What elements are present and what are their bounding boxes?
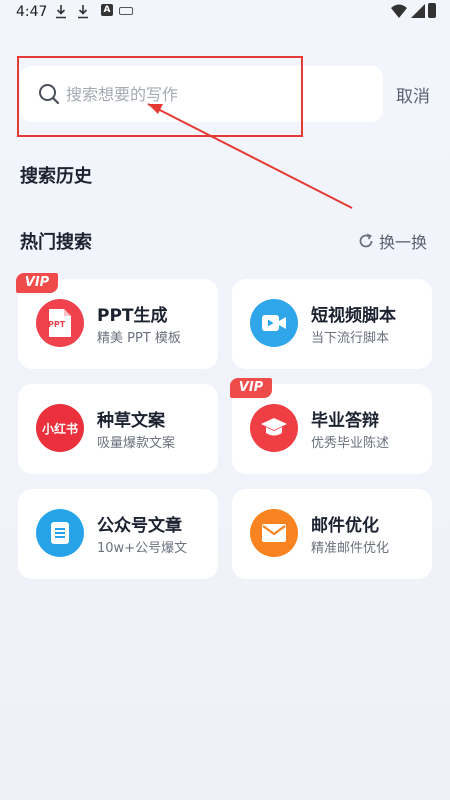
xiaohongshu-icon-text: 小红书 bbox=[41, 421, 78, 436]
keyboard-icon bbox=[119, 7, 133, 15]
vip-badge: VIP bbox=[230, 378, 272, 398]
status-time: 4:47 bbox=[16, 4, 48, 20]
card-title: 公众号文章 bbox=[97, 516, 182, 536]
card-short-video-script[interactable]: 短视频脚本 当下流行脚本 bbox=[232, 279, 432, 369]
graduation-cap-icon bbox=[250, 404, 298, 452]
app-notification-icon: A bbox=[101, 4, 113, 16]
card-subtitle: 吸量爆款文案 bbox=[97, 436, 176, 451]
card-title: 种草文案 bbox=[97, 411, 165, 431]
card-subtitle: 精美 PPT 模板 bbox=[97, 331, 181, 346]
cancel-button[interactable]: 取消 bbox=[396, 82, 430, 107]
refresh-label: 换一换 bbox=[379, 233, 428, 252]
card-email-optimize[interactable]: 邮件优化 精准邮件优化 bbox=[232, 489, 432, 579]
status-bar: 4:47 A bbox=[0, 0, 450, 26]
xiaohongshu-icon: 小红书 bbox=[36, 404, 84, 452]
card-seeding-copy[interactable]: 小红书 种草文案 吸量爆款文案 bbox=[18, 384, 218, 474]
search-icon bbox=[39, 84, 60, 105]
search-history-title: 搜索历史 bbox=[20, 166, 92, 187]
video-camera-icon bbox=[250, 299, 298, 347]
card-subtitle: 当下流行脚本 bbox=[311, 331, 390, 346]
card-ppt[interactable]: PPT PPT生成 精美 PPT 模板 VIP bbox=[16, 273, 218, 369]
document-icon bbox=[36, 509, 84, 557]
ppt-icon-text: PPT bbox=[48, 320, 66, 329]
ppt-icon: PPT bbox=[36, 299, 84, 347]
hot-search-title: 热门搜索 bbox=[20, 232, 92, 253]
card-title: 短视频脚本 bbox=[311, 306, 396, 326]
card-title: 邮件优化 bbox=[311, 516, 379, 536]
search-input[interactable] bbox=[66, 66, 366, 122]
card-graduation-defense[interactable]: 毕业答辩 优秀毕业陈述 VIP bbox=[230, 378, 432, 474]
card-subtitle: 精准邮件优化 bbox=[311, 541, 390, 556]
card-subtitle: 10w+公号爆文 bbox=[97, 541, 188, 556]
download-icon bbox=[56, 5, 66, 19]
wifi-icon bbox=[391, 4, 407, 18]
download-icon bbox=[78, 5, 88, 19]
card-official-account-article[interactable]: 公众号文章 10w+公号爆文 bbox=[18, 489, 218, 579]
card-title: PPT生成 bbox=[97, 306, 168, 326]
signal-icon bbox=[411, 4, 425, 18]
battery-icon bbox=[428, 3, 436, 18]
search-box[interactable] bbox=[20, 66, 383, 122]
refresh-icon bbox=[359, 233, 373, 248]
card-title: 毕业答辩 bbox=[311, 411, 379, 431]
vip-badge: VIP bbox=[16, 273, 58, 293]
mail-icon bbox=[250, 509, 298, 557]
refresh-button[interactable]: 换一换 bbox=[357, 229, 427, 253]
card-subtitle: 优秀毕业陈述 bbox=[311, 436, 390, 451]
